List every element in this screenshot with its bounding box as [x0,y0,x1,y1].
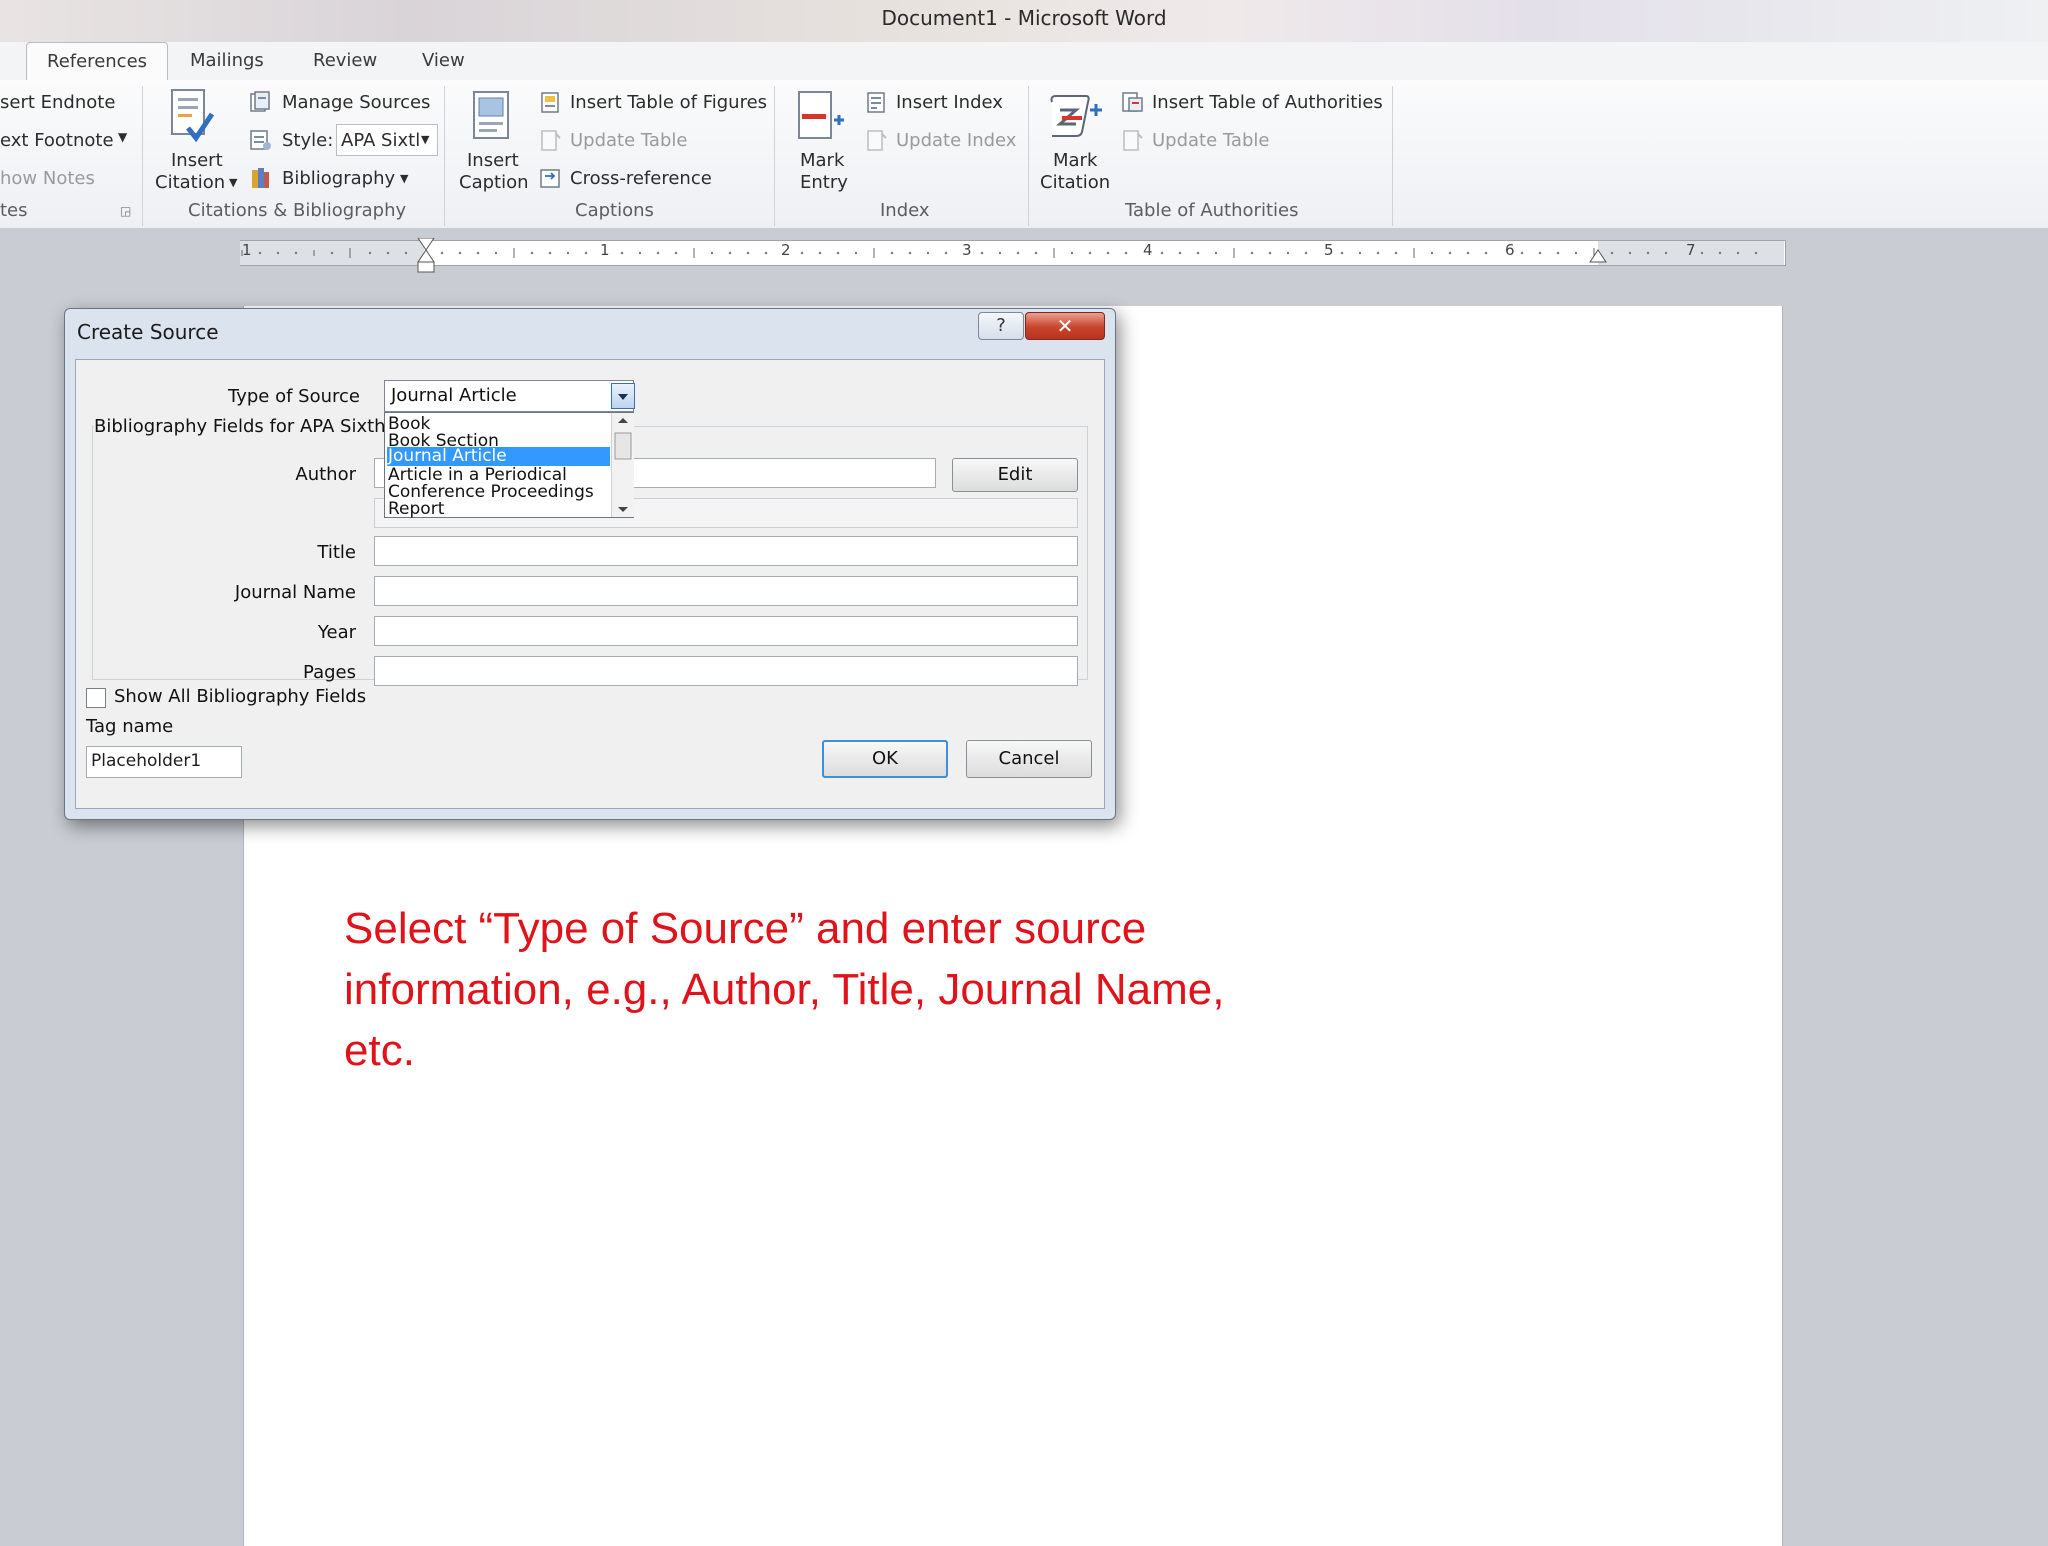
insert-index-icon [864,90,886,113]
insert-citation-label-1[interactable]: Insert [171,150,223,171]
bibliography-fields-label: Bibliography Fields for APA Sixth E [94,416,407,437]
title-field[interactable] [374,536,1078,566]
group-separator [1028,86,1029,226]
dropdown-arrow-icon[interactable] [611,383,635,409]
type-of-source-label: Type of Source [228,386,360,407]
update-table-authorities-button[interactable]: Update Table [1152,130,1269,151]
bibliography-button[interactable]: Bibliography [282,168,395,189]
mark-entry-label-1[interactable]: Mark [800,150,844,171]
insert-caption-label-2[interactable]: Caption [459,172,529,193]
mark-citation-icon[interactable] [1046,92,1104,148]
cross-reference-button[interactable]: Cross-reference [570,168,712,189]
ruler-ticks [241,238,1758,273]
type-of-source-select[interactable]: Journal Article [384,380,635,412]
bibliography-icon [248,166,270,188]
ruler-number: 4 [1143,241,1153,259]
mark-citation-label-1[interactable]: Mark [1053,150,1097,171]
authorities-group-label: Table of Authorities [1125,200,1299,221]
dialog-body: Type of Source Bibliography Fields for A… [75,359,1105,809]
dialog-title: Create Source [77,320,219,344]
citations-group-label: Citations & Bibliography [188,200,407,221]
edit-button[interactable]: Edit [952,458,1078,492]
group-separator [142,86,143,226]
update-index-icon [864,128,887,151]
tab-mailings[interactable]: Mailings [190,50,264,71]
insert-caption-icon[interactable] [470,90,514,150]
instruction-text: Select “Type of Source” and enter source… [344,904,1225,1075]
mark-entry-label-2[interactable]: Entry [800,172,848,193]
ruler-number: 5 [1324,241,1334,259]
tab-review[interactable]: Review [313,50,377,71]
group-separator [774,86,775,226]
ok-button[interactable]: OK [822,740,948,778]
tag-name-label: Tag name [86,716,174,737]
next-footnote-button[interactable]: ext Footnote [0,130,114,151]
index-group-label: Index [880,200,930,221]
ribbon: sert Endnote ext Footnote ▼ how Notes te… [0,80,2048,229]
window-title: Document1 - Microsoft Word [881,6,1167,30]
author-label: Author [295,464,356,485]
style-label: Style: [282,130,334,151]
insert-table-of-figures-button[interactable]: Insert Table of Figures [570,92,767,113]
year-field[interactable] [374,616,1078,646]
update-table-figures-button[interactable]: Update Table [570,130,687,151]
chevron-down-icon[interactable]: ▼ [229,176,237,189]
ruler-number: 6 [1505,241,1515,259]
dialog-launcher-icon[interactable]: ◲ [120,204,131,218]
mark-citation-label-2[interactable]: Citation [1040,172,1110,193]
ruler-number: 7 [1686,241,1696,259]
tag-name-field[interactable]: Placeholder1 [86,746,242,778]
pages-label: Pages [303,662,356,683]
insert-citation-icon[interactable] [168,88,216,150]
insert-index-button[interactable]: Insert Index [896,92,1003,113]
help-button[interactable]: ? [978,312,1024,340]
cancel-button[interactable]: Cancel [966,740,1092,778]
close-button[interactable]: ✕ [1025,312,1105,340]
chevron-down-icon: ▼ [421,133,430,146]
insert-endnote-button[interactable]: sert Endnote [0,92,115,113]
captions-group-label: Captions [575,200,654,221]
type-of-source-dropdown-list: Book Book Section Journal Article Articl… [384,412,634,520]
type-of-source-value: Journal Article [391,385,517,406]
manage-sources-icon [248,90,270,112]
year-label: Year [317,622,356,643]
chevron-down-icon: ▼ [118,130,128,144]
update-table-icon [1120,128,1143,151]
title-label: Title [317,542,356,563]
pages-field[interactable] [374,656,1078,686]
insert-citation-label-2[interactable]: Citation [155,172,225,193]
show-all-fields-checkbox[interactable] [86,688,106,708]
insert-table-of-authorities-icon [1120,90,1143,112]
ribbon-tab-row: References Mailings Review View [0,42,2048,82]
ruler-number: 1 [242,241,252,259]
footnotes-group-label: tes [0,200,28,221]
create-source-dialog: Create Source ? ✕ Type of Source Bibliog… [64,308,1116,820]
update-index-button[interactable]: Update Index [896,130,1016,151]
ruler-number: 2 [781,241,791,259]
ruler-number: 1 [600,241,610,259]
title-bar: Document1 - Microsoft Word [0,0,2048,42]
show-all-fields-label[interactable]: Show All Bibliography Fields [114,686,366,707]
journal-name-label: Journal Name [234,582,356,603]
tab-references[interactable]: References [26,42,169,82]
style-dropdown[interactable]: APA Sixtl ▼ [336,124,438,156]
show-notes-button[interactable]: how Notes [0,168,95,189]
insert-table-of-authorities-button[interactable]: Insert Table of Authorities [1152,92,1383,113]
group-separator [1392,86,1393,226]
dropdown-option[interactable]: Report [387,498,610,520]
mark-entry-icon[interactable] [796,90,844,150]
group-separator [444,86,445,226]
style-icon [248,128,271,150]
update-table-icon [538,128,561,151]
journal-name-field[interactable] [374,576,1078,606]
chevron-down-icon[interactable]: ▼ [400,172,408,185]
dropdown-scrollbar[interactable] [611,413,634,517]
cross-reference-icon [538,166,560,188]
ruler-number: 3 [962,241,972,259]
manage-sources-button[interactable]: Manage Sources [282,92,430,113]
table-of-figures-icon [538,90,560,113]
insert-caption-label-1[interactable]: Insert [467,150,519,171]
tab-view[interactable]: View [422,50,465,71]
